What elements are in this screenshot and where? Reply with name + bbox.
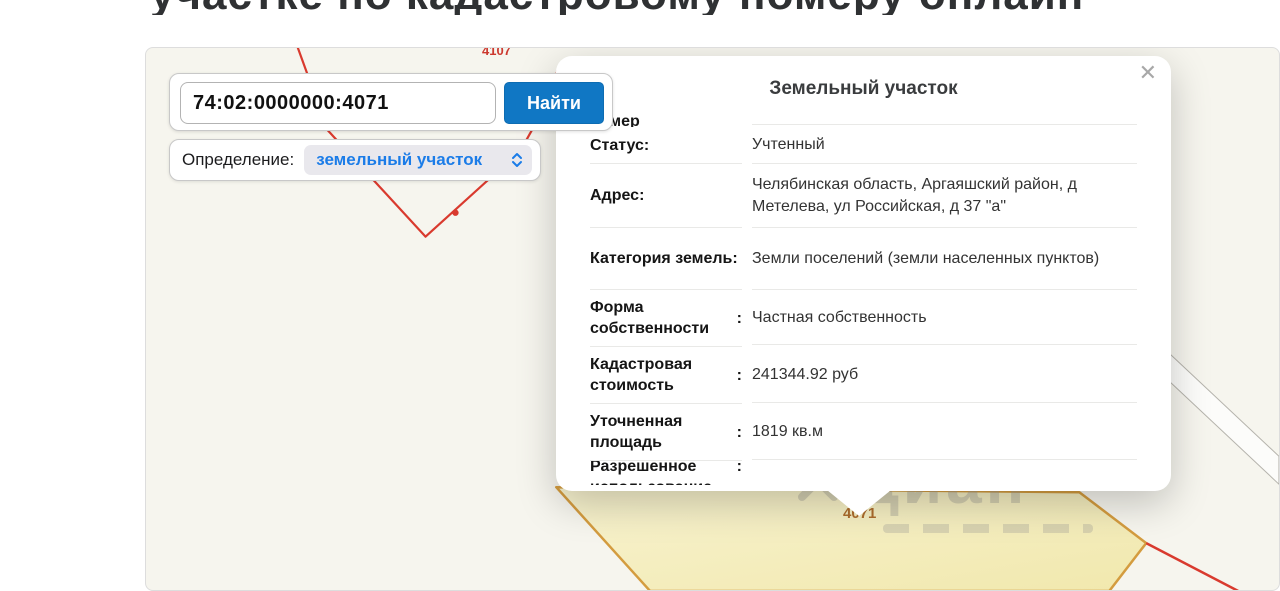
table-row-permitted-use: Разрешенное использование: (590, 461, 1137, 485)
row-value: 74:02:0000000:4071 (752, 112, 1137, 125)
row-label: Форма собственности (590, 299, 710, 337)
watermark-subline (883, 524, 1093, 533)
table-row-land-category: Категория земель: Земли поселений (земли… (590, 228, 1137, 290)
parcel-info-popup: ✕ Земельный участок Кадастровый номер: 7… (556, 56, 1171, 516)
definition-filter: Определение: земельный участок (169, 139, 541, 181)
row-colon: : (736, 309, 742, 327)
row-label: Уточненная площадь (590, 413, 683, 451)
row-label: Категория земель (590, 250, 733, 267)
row-colon: : (736, 366, 742, 384)
row-value: 241344.92 руб (752, 348, 1137, 403)
cadastral-map[interactable]: 4107 4071 Циан Найти Определение: земель… (145, 47, 1280, 591)
boundary-vertex-dot (452, 209, 459, 216)
select-chevrons-icon (512, 153, 522, 167)
row-label: Статус (590, 136, 644, 154)
row-colon: : (732, 250, 738, 267)
page-heading-text: участке по кадастровому номеру онлайн (150, 0, 1270, 15)
row-value: Земли поселений (земли населенных пункто… (752, 228, 1137, 290)
popup-pointer-arrow (827, 490, 891, 516)
close-icon[interactable]: ✕ (1139, 62, 1157, 84)
row-colon: : (639, 187, 645, 204)
selected-option: земельный участок (316, 150, 483, 169)
row-label: Разрешенное использование (590, 461, 712, 485)
page: участке по кадастровому номеру онлайн 41… (0, 0, 1280, 591)
table-row-refined-area: Уточненная площадь: 1819 кв.м (590, 404, 1137, 461)
row-value: Учтенный (752, 127, 1137, 164)
row-value: 1819 кв.м (752, 405, 1137, 460)
row-label: Адрес (590, 187, 640, 204)
row-colon: : (736, 461, 742, 475)
search-bar: Найти (169, 73, 613, 131)
table-row-address: Адрес: Челябинская область, Аргаяшский р… (590, 164, 1137, 228)
table-row-cadastral-number: Кадастровый номер: 74:02:0000000:4071 (590, 112, 1137, 127)
row-value (752, 461, 1137, 485)
entity-type-select[interactable]: земельный участок (304, 145, 532, 175)
cadastral-number-input[interactable] (180, 82, 496, 124)
row-colon: : (643, 136, 650, 154)
road-strip (1164, 348, 1279, 485)
row-value: Частная собственность (752, 292, 1137, 345)
parcel-attributes-table: Кадастровый номер: 74:02:0000000:4071 Ст… (590, 112, 1137, 485)
row-colon: : (736, 423, 742, 441)
table-row-ownership-form: Форма собственности: Частная собственнос… (590, 290, 1137, 347)
red-boundary-line-bottom (1145, 542, 1240, 590)
row-value: Челябинская область, Аргаяшский район, д… (752, 164, 1137, 228)
row-label: Кадастровая стоимость (590, 356, 693, 394)
parcel-number-label-4107: 4107 (482, 47, 511, 58)
clipped-page-heading: участке по кадастровому номеру онлайн (150, 0, 1270, 15)
find-button[interactable]: Найти (504, 82, 604, 124)
table-row-status: Статус: Учтенный (590, 127, 1137, 164)
popup-title: Земельный участок (769, 78, 958, 99)
definition-label: Определение: (182, 150, 295, 169)
table-row-cadastral-cost: Кадастровая стоимость: 241344.92 руб (590, 347, 1137, 404)
